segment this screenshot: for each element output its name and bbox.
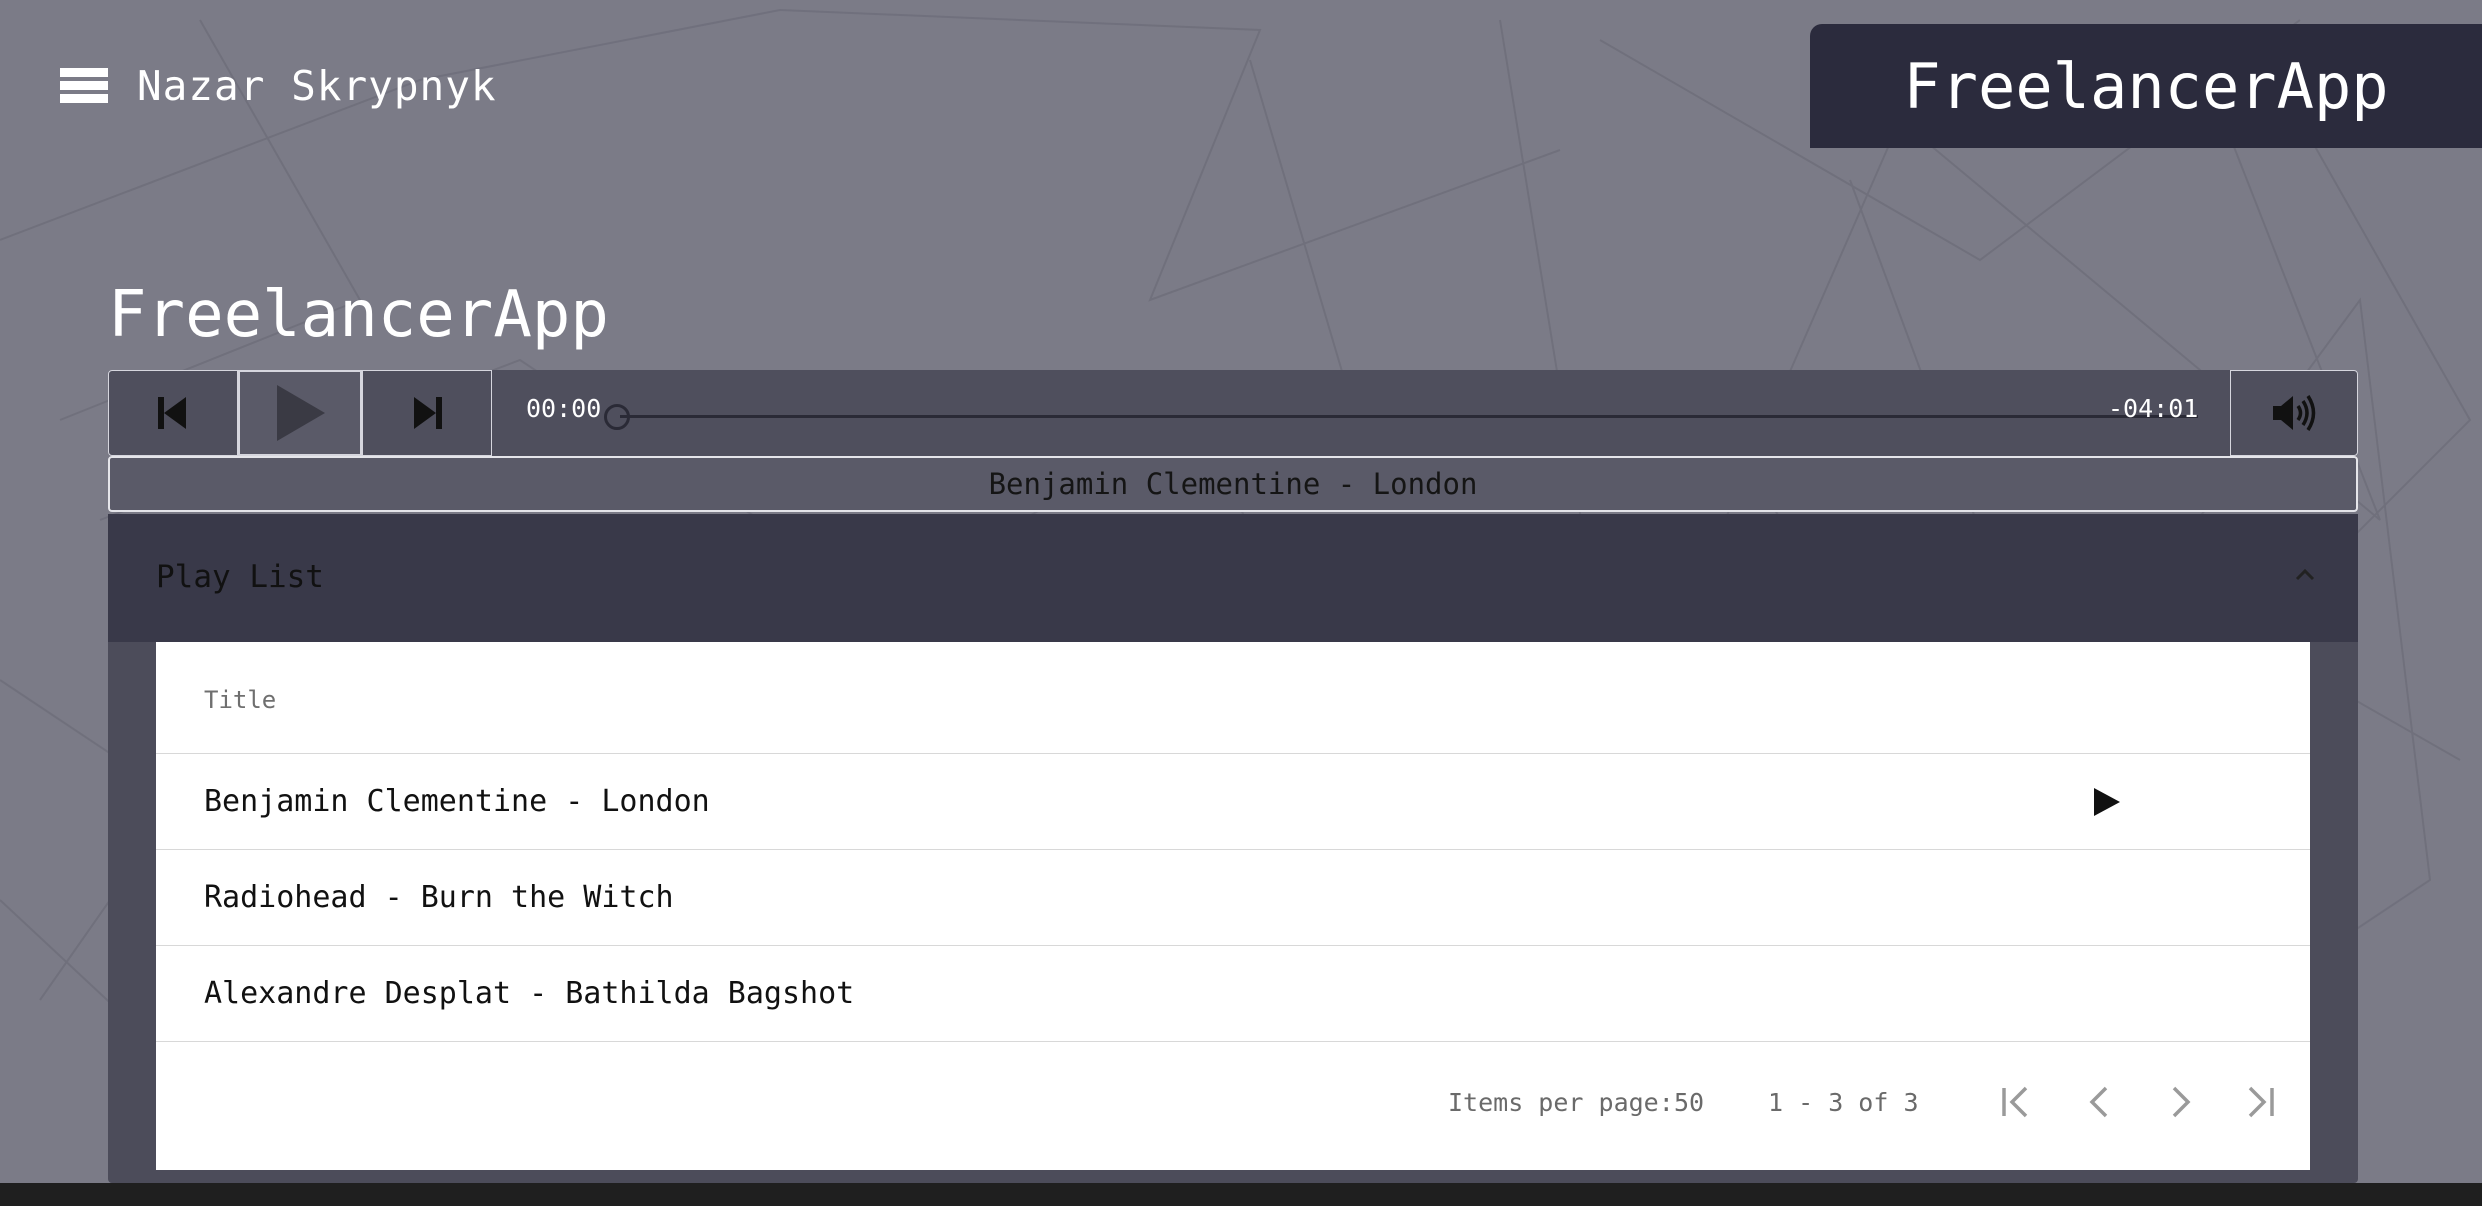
play-icon — [277, 385, 325, 441]
skip-next-icon — [414, 397, 442, 429]
track-title: Alexandre Desplat - Bathilda Bagshot — [204, 976, 855, 1011]
next-track-button[interactable] — [362, 370, 492, 456]
track-title: Radiohead - Burn the Witch — [204, 880, 674, 915]
chevron-left-icon — [2089, 1086, 2108, 1118]
playlist-table: Title Benjamin Clementine - London Radio… — [156, 642, 2310, 1170]
hamburger-menu-icon — [60, 68, 108, 77]
playlist-label: Play List — [156, 559, 324, 595]
table-header: Title — [156, 642, 2310, 754]
volume-up-icon — [2273, 395, 2316, 431]
paginator: Items per page: 50 1 - 3 of 3 — [156, 1042, 2310, 1170]
user-name: Nazar Skrypnyk — [137, 62, 497, 110]
playlist-expander[interactable]: Play List — [108, 514, 2358, 642]
bottom-bar — [0, 1183, 2482, 1206]
play-indicator-icon — [2094, 788, 2120, 816]
items-per-page-label: Items per page: — [1448, 1088, 1674, 1117]
range-label: 1 - 3 of 3 — [1768, 1088, 1919, 1117]
skip-previous-icon — [158, 397, 186, 429]
menu-button[interactable] — [60, 68, 110, 108]
chevron-right-icon — [2172, 1086, 2191, 1118]
chevron-up-icon — [2295, 568, 2315, 581]
page-title: FreelancerApp — [108, 278, 609, 352]
table-row[interactable]: Radiohead - Burn the Witch — [156, 850, 2310, 946]
last-page-icon — [2248, 1086, 2274, 1118]
brand-banner: FreelancerApp — [1810, 24, 2482, 148]
previous-page-button[interactable] — [2076, 1078, 2124, 1126]
progress-slider-thumb[interactable] — [604, 404, 630, 430]
track-title: Benjamin Clementine - London — [204, 784, 710, 819]
first-page-button[interactable] — [1994, 1078, 2042, 1126]
previous-track-button[interactable] — [108, 370, 238, 456]
play-button[interactable] — [238, 370, 362, 456]
progress-track[interactable] — [620, 415, 2198, 418]
playlist-panel: Play List Title Benjamin Clementine - Lo… — [108, 514, 2358, 1183]
current-time: 00:00 — [526, 394, 602, 423]
remaining-time: -04:01 — [2108, 394, 2199, 423]
table-row[interactable]: Alexandre Desplat - Bathilda Bagshot — [156, 946, 2310, 1042]
table-row[interactable]: Benjamin Clementine - London — [156, 754, 2310, 850]
volume-button[interactable] — [2230, 370, 2358, 456]
brand-title: FreelancerApp — [1903, 49, 2389, 123]
audio-player: 00:00 -04:01 — [108, 370, 2358, 456]
last-page-button[interactable] — [2234, 1078, 2282, 1126]
now-playing-title: Benjamin Clementine - London — [108, 456, 2358, 512]
first-page-icon — [2002, 1086, 2028, 1118]
next-page-button[interactable] — [2156, 1078, 2204, 1126]
column-header-title: Title — [204, 686, 277, 714]
page-size-select[interactable]: 50 — [1674, 1088, 1704, 1117]
